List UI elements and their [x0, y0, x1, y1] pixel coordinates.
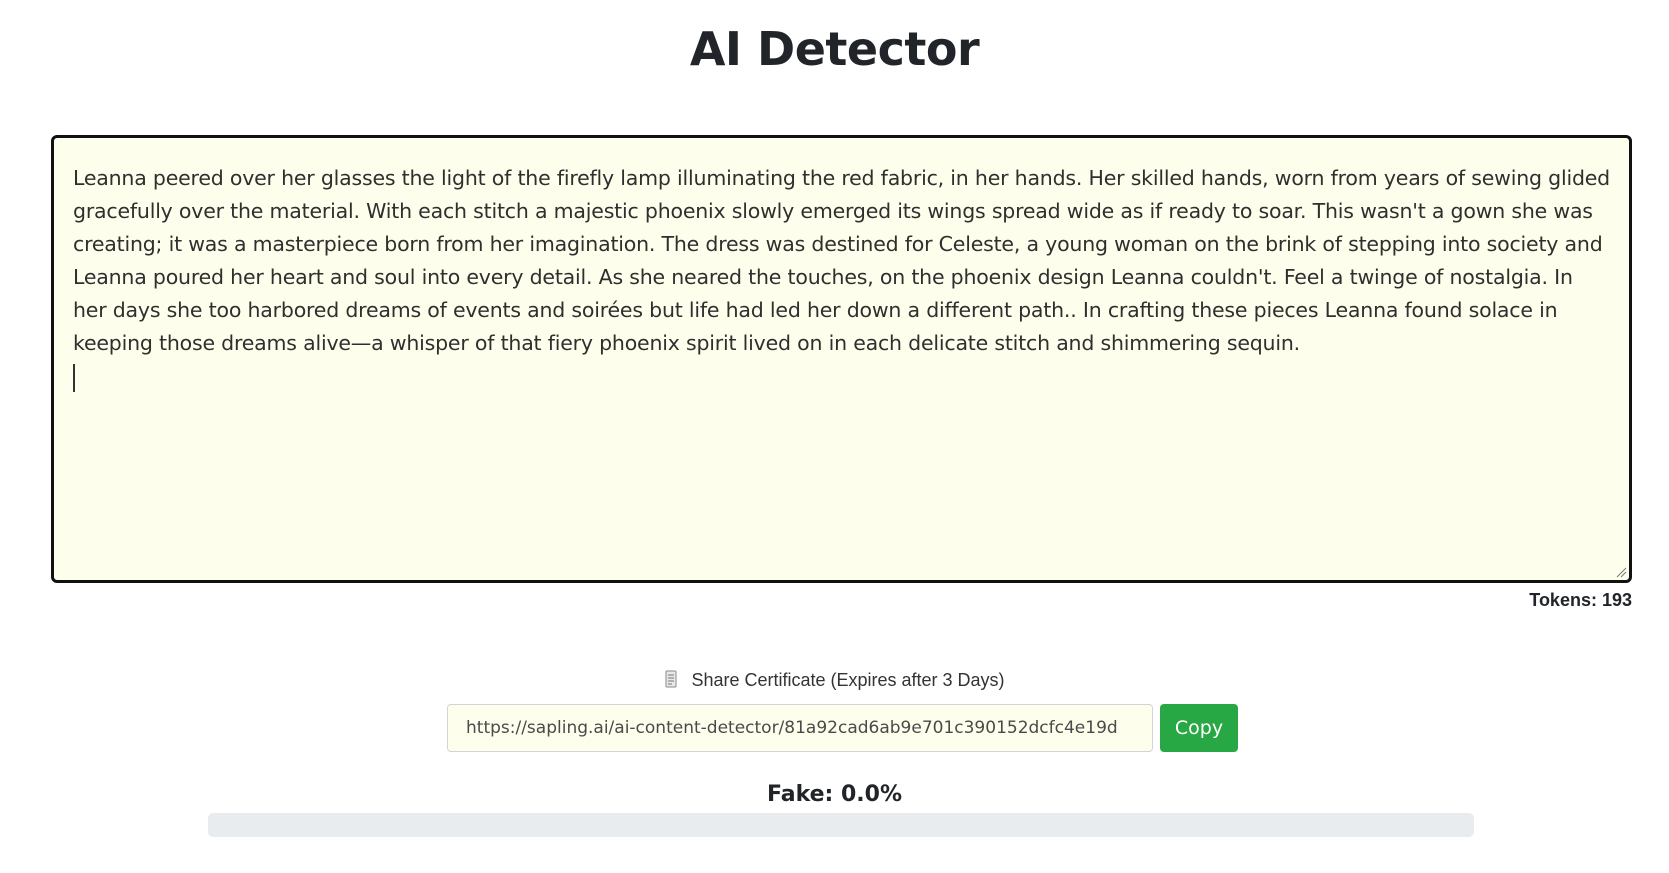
text-caret [73, 364, 75, 392]
share-certificate-text: Share Certificate (Expires after 3 Days) [691, 670, 1005, 690]
share-url-row: Copy [447, 704, 1238, 752]
text-input-area[interactable]: Leanna peered over her glasses the light… [51, 135, 1632, 583]
page-title: AI Detector [689, 22, 980, 76]
token-count: Tokens: 193 [1529, 590, 1632, 610]
editor-text: Leanna peered over her glasses the light… [73, 166, 1617, 355]
fake-score-label: Fake: 0.0% [766, 782, 903, 807]
share-certificate-label: Share Certificate (Expires after 3 Days) [0, 670, 1669, 693]
resize-handle-icon[interactable] [1615, 566, 1627, 578]
copy-button[interactable]: Copy [1160, 704, 1238, 752]
fake-score-progress-bar [208, 813, 1474, 837]
share-url-input[interactable] [447, 704, 1153, 752]
scroll-icon [664, 670, 678, 693]
